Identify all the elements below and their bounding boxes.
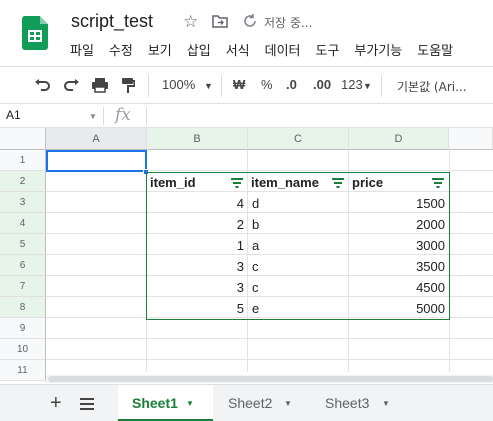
- sheet-tab-bar: + Sheet1 ▼ Sheet2 ▼ Sheet3 ▼: [0, 384, 493, 421]
- table-cell[interactable]: 2: [147, 214, 248, 235]
- menu-bar: 파일 수정 보기 삽입 서식 데이터 도구 부가기능 도움말: [70, 40, 468, 60]
- more-formats-dropdown-icon[interactable]: ▼: [363, 81, 372, 91]
- table-cell[interactable]: 1: [147, 235, 248, 256]
- column-header-cell[interactable]: price: [349, 172, 431, 193]
- save-status: 저장 중...: [264, 16, 313, 30]
- increase-decimal-button[interactable]: .00: [313, 77, 331, 92]
- sheet-tab-label: Sheet2: [228, 395, 273, 411]
- table-cell[interactable]: 2000: [349, 214, 449, 235]
- sheets-logo-icon[interactable]: [22, 16, 48, 50]
- column-header-a[interactable]: A: [46, 128, 147, 150]
- name-box-dropdown-icon[interactable]: ▼: [89, 112, 97, 121]
- column-header-c[interactable]: C: [248, 128, 349, 150]
- table-cell[interactable]: 5: [147, 298, 248, 319]
- tab-dropdown-icon[interactable]: ▼: [186, 385, 194, 421]
- row-header[interactable]: 5: [0, 234, 46, 255]
- menu-item[interactable]: 데이터: [265, 40, 301, 60]
- paint-format-icon[interactable]: [121, 77, 135, 94]
- print-icon[interactable]: [91, 77, 109, 93]
- move-folder-icon[interactable]: [212, 14, 228, 28]
- table-cell[interactable]: a: [248, 235, 349, 256]
- menu-item[interactable]: 부가기능: [354, 40, 402, 60]
- filter-icon[interactable]: [231, 178, 243, 188]
- currency-format-button[interactable]: ₩: [233, 77, 245, 92]
- sheet-tab-sheet1[interactable]: Sheet1 ▼: [118, 385, 213, 421]
- document-title[interactable]: script_test: [71, 11, 153, 32]
- star-icon[interactable]: ☆: [183, 12, 198, 32]
- menu-item[interactable]: 도움말: [417, 40, 453, 60]
- tab-dropdown-icon[interactable]: ▼: [382, 385, 390, 421]
- toolbar: 100% ▼ ₩ % .0 .00 123 ▼ 기본값 (Ari...: [0, 66, 493, 104]
- table-cell[interactable]: 5000: [349, 298, 449, 319]
- column-header-b[interactable]: B: [147, 128, 248, 150]
- formula-bar: A1 ▼ fx: [0, 104, 493, 128]
- grid-line: [46, 338, 493, 339]
- row-header[interactable]: 1: [0, 150, 46, 171]
- table-cell[interactable]: e: [248, 298, 349, 319]
- sheet-tab-label: Sheet1: [132, 395, 178, 411]
- add-sheet-icon[interactable]: +: [50, 392, 62, 415]
- table-cell[interactable]: 3500: [349, 256, 449, 277]
- column-header-cell[interactable]: item_name: [248, 172, 331, 193]
- percent-format-button[interactable]: %: [261, 77, 273, 92]
- zoom-select[interactable]: 100%: [162, 77, 195, 92]
- row-header[interactable]: 8: [0, 297, 46, 318]
- menu-item[interactable]: 서식: [226, 40, 250, 60]
- filter-icon[interactable]: [332, 178, 344, 188]
- table-cell[interactable]: c: [248, 277, 349, 298]
- row-header[interactable]: 9: [0, 318, 46, 339]
- sheet-tab-sheet2[interactable]: Sheet2 ▼: [213, 385, 309, 421]
- decrease-decimal-button[interactable]: .0: [286, 77, 297, 92]
- filter-icon[interactable]: [432, 178, 444, 188]
- column-header-cell[interactable]: item_id: [147, 172, 230, 193]
- row-header[interactable]: 4: [0, 213, 46, 234]
- redo-icon[interactable]: [62, 78, 80, 92]
- row-header[interactable]: 2: [0, 171, 46, 192]
- table-cell[interactable]: b: [248, 214, 349, 235]
- row-header[interactable]: 6: [0, 255, 46, 276]
- menu-item[interactable]: 수정: [109, 40, 133, 60]
- table-cell[interactable]: 3000: [349, 235, 449, 256]
- zoom-dropdown-icon[interactable]: ▼: [204, 81, 213, 91]
- sheet-tab-sheet3[interactable]: Sheet3 ▼: [310, 385, 406, 421]
- menu-item[interactable]: 보기: [148, 40, 172, 60]
- table-cell[interactable]: 4500: [349, 277, 449, 298]
- menu-item[interactable]: 파일: [70, 40, 94, 60]
- table-cell[interactable]: 3: [147, 256, 248, 277]
- tab-dropdown-icon[interactable]: ▼: [284, 385, 292, 421]
- selected-cell-a1[interactable]: [46, 150, 147, 172]
- column-header-d[interactable]: D: [349, 128, 449, 150]
- row-header[interactable]: 7: [0, 276, 46, 297]
- row-header[interactable]: 10: [0, 339, 46, 360]
- name-box[interactable]: A1: [6, 108, 21, 122]
- scrollbar-thumb[interactable]: [48, 376, 493, 382]
- more-formats-button[interactable]: 123: [341, 77, 363, 92]
- column-header-e[interactable]: [449, 128, 493, 150]
- undo-icon[interactable]: [34, 78, 52, 92]
- grid-line: [46, 359, 493, 360]
- table-cell[interactable]: 3: [147, 277, 248, 298]
- table-cell[interactable]: c: [248, 256, 349, 277]
- row-header[interactable]: 3: [0, 192, 46, 213]
- function-icon: fx: [115, 105, 131, 125]
- menu-item[interactable]: 도구: [316, 40, 340, 60]
- table-cell[interactable]: 4: [147, 193, 248, 214]
- font-select[interactable]: 기본값 (Ari...: [397, 78, 467, 95]
- table-cell[interactable]: 1500: [349, 193, 449, 214]
- sync-icon: [244, 14, 256, 27]
- sheet-tab-label: Sheet3: [325, 395, 370, 411]
- menu-item[interactable]: 삽입: [187, 40, 211, 60]
- row-header[interactable]: 11: [0, 360, 46, 381]
- all-sheets-icon[interactable]: [80, 398, 94, 410]
- select-all-corner[interactable]: [0, 128, 46, 150]
- table-cell[interactable]: d: [248, 193, 349, 214]
